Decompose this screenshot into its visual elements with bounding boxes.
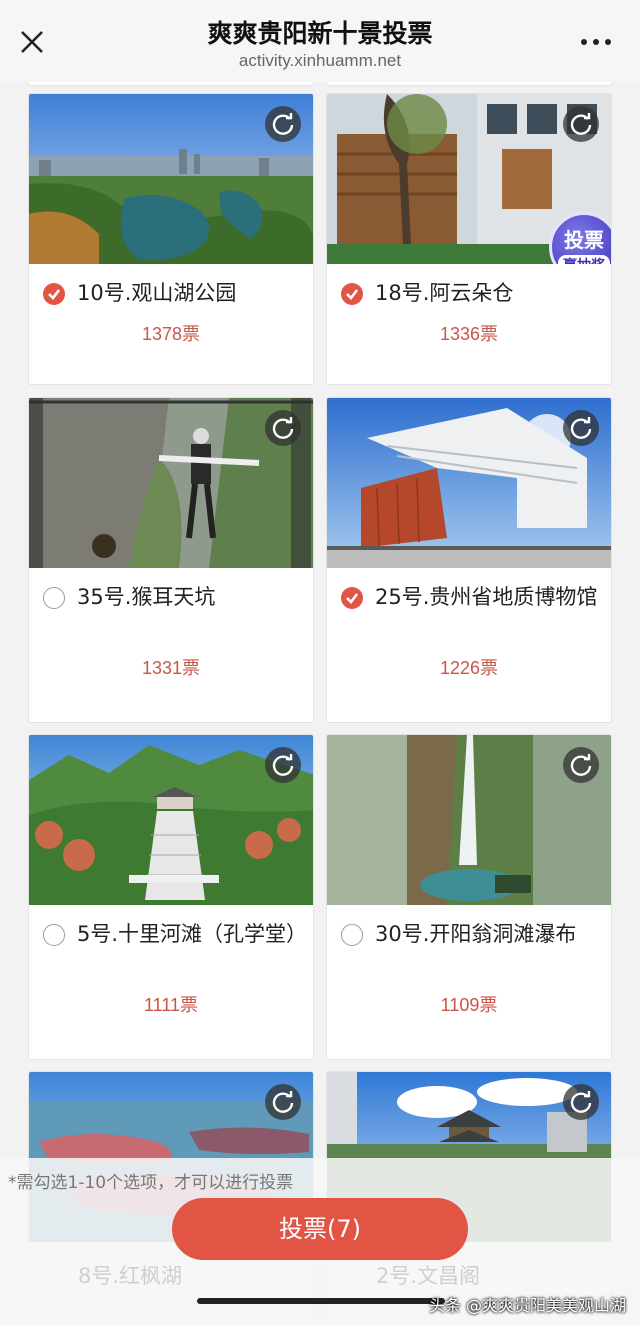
vote-count: 1378票 <box>141 324 201 344</box>
vote-count: 1226票 <box>439 658 499 678</box>
vote-footer: *需勾选1-10个选项，才可以进行投票 8号.红枫湖 2号.文昌阁 投票(7) … <box>0 1158 640 1325</box>
candidate-photo <box>327 735 611 905</box>
candidate-card[interactable]: 35号.猴耳天坑 1331票 <box>28 397 314 723</box>
candidate-name: 8号.红枫湖 <box>78 1264 183 1288</box>
home-indicator <box>197 1298 445 1304</box>
candidate-name: 30号.开阳翁洞滩瀑布 <box>375 922 577 946</box>
candidate-photo: 投票 赢抽奖 <box>327 94 611 264</box>
candidate-photo <box>327 398 611 568</box>
refresh-icon[interactable] <box>265 106 301 142</box>
vote-button[interactable]: 投票(7) <box>172 1198 468 1260</box>
candidate-card[interactable]: 10号.观山湖公园 1378票 <box>28 93 314 385</box>
vote-count: 1109票 <box>440 995 498 1015</box>
refresh-icon[interactable] <box>563 747 599 783</box>
refresh-icon[interactable] <box>265 1084 301 1120</box>
candidate-name: 2号.文昌阁 <box>376 1264 481 1288</box>
top-bar: 爽爽贵阳新十景投票 activity.xinhuamm.net <box>0 0 640 82</box>
candidate-name: 5号.十里河滩（孔学堂） <box>77 922 308 946</box>
page-url: activity.xinhuamm.net <box>238 51 402 70</box>
refresh-icon[interactable] <box>563 1084 599 1120</box>
refresh-icon[interactable] <box>563 106 599 142</box>
watermark: 头条 @爽爽贵阳美美观山湖 <box>428 1296 626 1315</box>
checkmark-icon[interactable] <box>43 587 65 609</box>
candidate-name: 35号.猴耳天坑 <box>77 585 216 609</box>
candidate-card[interactable]: 投票 赢抽奖 18号.阿云朵仓 1336票 <box>326 93 612 385</box>
candidate-card[interactable]: 5号.十里河滩（孔学堂） 1111票 <box>28 734 314 1060</box>
checkmark-icon[interactable] <box>43 283 65 305</box>
refresh-icon[interactable] <box>563 410 599 446</box>
candidate-photo <box>29 398 313 568</box>
candidate-name: 25号.贵州省地质博物馆 <box>375 585 598 609</box>
checkmark-icon[interactable] <box>341 924 363 946</box>
more-dots-icon[interactable] <box>576 30 616 54</box>
previous-card-left[interactable] <box>28 82 314 86</box>
refresh-icon[interactable] <box>265 747 301 783</box>
candidate-card[interactable]: 25号.贵州省地质博物馆 1226票 <box>326 397 612 723</box>
candidate-name: 10号.观山湖公园 <box>77 281 237 305</box>
vote-count: 1331票 <box>141 658 201 678</box>
candidate-grid: 10号.观山湖公园 1378票 投票 赢抽奖 <box>0 82 640 1325</box>
page-title: 爽爽贵阳新十景投票 <box>207 19 433 48</box>
candidate-photo <box>29 94 313 264</box>
selection-hint: *需勾选1-10个选项，才可以进行投票 <box>8 1173 294 1193</box>
refresh-icon[interactable] <box>265 410 301 446</box>
candidate-name: 18号.阿云朵仓 <box>375 281 514 305</box>
vote-count: 1336票 <box>439 324 499 344</box>
previous-card-right[interactable] <box>326 82 612 86</box>
vote-count: 1111票 <box>143 995 199 1015</box>
candidate-photo <box>29 735 313 905</box>
checkmark-icon[interactable] <box>341 283 363 305</box>
candidate-card[interactable]: 30号.开阳翁洞滩瀑布 1109票 <box>326 734 612 1060</box>
